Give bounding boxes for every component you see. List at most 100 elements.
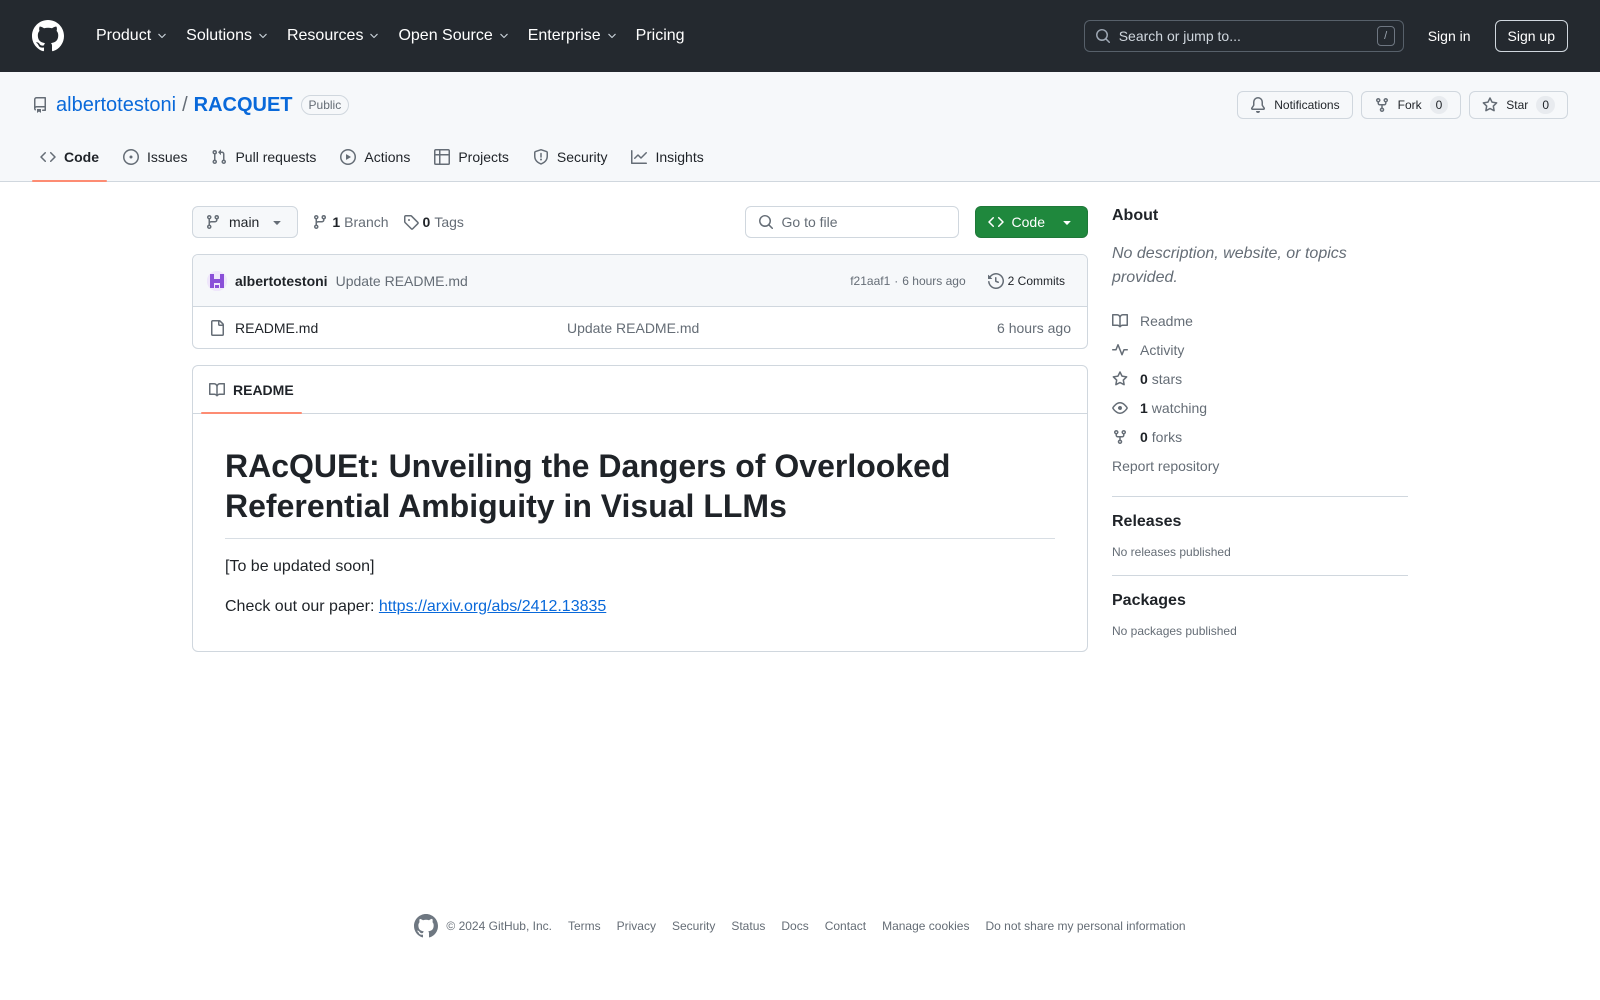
- star-icon: [1112, 370, 1128, 385]
- tab-actions[interactable]: Actions: [332, 133, 418, 181]
- file-name-link[interactable]: README.md: [235, 320, 567, 336]
- commit-hash-link[interactable]: f21aaf1: [850, 274, 890, 288]
- commit-meta-separator: ·: [894, 273, 899, 288]
- tab-readme[interactable]: README: [201, 366, 302, 414]
- sign-up-button[interactable]: Sign up: [1494, 20, 1568, 52]
- code-icon: [987, 216, 1004, 228]
- page-footer: © 2024 GitHub, Inc. Terms Privacy Securi…: [0, 914, 1600, 938]
- footer-link-do-not-share[interactable]: Do not share my personal information: [985, 919, 1185, 933]
- repo-forked-icon: [1375, 98, 1388, 113]
- nav-solutions[interactable]: Solutions: [178, 20, 277, 52]
- bell-icon: [1251, 97, 1266, 113]
- tab-pull-requests[interactable]: Pull requests: [203, 133, 324, 181]
- stars-label: stars: [1151, 370, 1183, 387]
- tag-count: 0: [422, 214, 431, 230]
- footer-link-terms[interactable]: Terms: [568, 919, 601, 933]
- github-logo-icon[interactable]: [32, 20, 64, 52]
- visibility-badge: Public: [300, 95, 350, 115]
- readme-panel: README RAcQUEt: Unveiling the Dangers of…: [192, 365, 1088, 652]
- packages-title[interactable]: Packages: [1112, 592, 1408, 610]
- commits-history-link[interactable]: 2 Commits: [982, 272, 1071, 289]
- footer-link-security[interactable]: Security: [672, 919, 715, 933]
- table-row: README.md Update README.md 6 hours ago: [193, 307, 1087, 348]
- global-search-input[interactable]: Search or jump to... /: [1083, 20, 1404, 52]
- commit-meta: f21aaf1 · 6 hours ago 2 Commits: [850, 272, 1071, 289]
- top-navigation: Product Solutions Resources Open Source …: [88, 20, 695, 52]
- code-dropdown-button[interactable]: Code: [974, 206, 1088, 238]
- history-icon: [987, 272, 1004, 289]
- notifications-label: Notifications: [1274, 98, 1340, 112]
- repo-actions: Notifications Fork 0 Star 0: [1237, 91, 1568, 119]
- tab-pull-requests-label: Pull requests: [235, 149, 317, 165]
- repo-forked-icon: [1114, 429, 1126, 444]
- sign-in-link[interactable]: Sign in: [1420, 28, 1479, 44]
- graph-icon: [631, 150, 648, 164]
- file-tree-box: albertotestoni Update README.md f21aaf1 …: [192, 254, 1088, 349]
- commit-author-link[interactable]: albertotestoni: [235, 273, 328, 289]
- footer-link-contact[interactable]: Contact: [825, 919, 866, 933]
- footer-link-manage-cookies[interactable]: Manage cookies: [882, 919, 969, 933]
- fork-count: 0: [1429, 96, 1449, 114]
- nav-product[interactable]: Product: [88, 20, 176, 52]
- star-button[interactable]: Star 0: [1469, 91, 1568, 119]
- readme-paper-prefix: Check out our paper:: [225, 598, 375, 615]
- tab-insights[interactable]: Insights: [623, 133, 711, 181]
- stars-link[interactable]: 0 stars: [1112, 364, 1408, 393]
- chevron-down-icon: [158, 33, 166, 39]
- readme-heading: RAcQUEt: Unveiling the Dangers of Overlo…: [225, 446, 1055, 539]
- commits-label: 2 Commits: [1007, 273, 1065, 288]
- readme-tab-label: README: [233, 381, 294, 398]
- go-to-file-input[interactable]: Go to file: [744, 206, 959, 238]
- footer-link-docs[interactable]: Docs: [781, 919, 808, 933]
- paper-link[interactable]: https://arxiv.org/abs/2412.13835: [379, 598, 606, 615]
- tags-link[interactable]: 0 Tags: [403, 214, 464, 230]
- repo-name-link[interactable]: RACQUET: [194, 94, 293, 117]
- readme-link[interactable]: Readme: [1112, 306, 1408, 335]
- notifications-button[interactable]: Notifications: [1237, 91, 1353, 119]
- footer-link-status[interactable]: Status: [731, 919, 765, 933]
- about-title: About: [1112, 207, 1159, 224]
- nav-resources[interactable]: Resources: [279, 20, 388, 52]
- file-navigation: main 1 Branch 0 Tags Go to file Code: [192, 206, 1088, 238]
- tab-code[interactable]: Code: [32, 133, 107, 182]
- file-icon: [211, 319, 224, 336]
- star-icon: [1482, 97, 1498, 112]
- tab-security[interactable]: Security: [525, 133, 616, 181]
- tab-projects[interactable]: Projects: [426, 133, 517, 181]
- watching-link[interactable]: 1 watching: [1112, 393, 1408, 422]
- repo-tabs: Code Issues Pull requests Actions Projec…: [32, 133, 720, 182]
- git-branch-icon: [206, 215, 219, 230]
- pulse-icon: [1112, 343, 1128, 355]
- tab-issues[interactable]: Issues: [115, 133, 195, 181]
- commit-age: 6 hours ago: [902, 273, 966, 288]
- tag-icon: [403, 215, 419, 230]
- forks-link[interactable]: 0 forks: [1112, 422, 1408, 451]
- branch-selector[interactable]: main: [192, 206, 299, 238]
- branches-link[interactable]: 1 Branch: [312, 214, 389, 230]
- git-branch-icon: [314, 215, 327, 230]
- latest-commit-row: albertotestoni Update README.md f21aaf1 …: [193, 255, 1087, 307]
- packages-note: No packages published: [1112, 624, 1237, 638]
- releases-title[interactable]: Releases: [1112, 513, 1408, 531]
- activity-link[interactable]: Activity: [1112, 335, 1408, 364]
- footer-link-privacy[interactable]: Privacy: [617, 919, 656, 933]
- repo-path-separator: /: [182, 93, 188, 116]
- repo-owner-link[interactable]: albertotestoni: [56, 94, 176, 117]
- fork-button[interactable]: Fork 0: [1360, 91, 1462, 119]
- nav-pricing[interactable]: Pricing: [628, 20, 693, 52]
- report-repository-link[interactable]: Report repository: [1112, 451, 1408, 480]
- code-column: main 1 Branch 0 Tags Go to file Code alb…: [192, 206, 1088, 652]
- github-logo-icon[interactable]: [414, 914, 439, 938]
- avatar[interactable]: [207, 270, 227, 291]
- book-icon: [1112, 313, 1128, 327]
- nav-enterprise[interactable]: Enterprise: [520, 20, 626, 52]
- star-label: Star: [1506, 98, 1529, 112]
- repo-icon: [34, 97, 46, 113]
- file-commit-message-link[interactable]: Update README.md: [567, 320, 699, 336]
- tab-insights-label: Insights: [655, 149, 704, 165]
- commit-message-link[interactable]: Update README.md: [336, 273, 468, 289]
- triangle-down-icon: [1063, 221, 1071, 225]
- sidebar-divider: [1112, 575, 1408, 576]
- repo-header: albertotestoni / RACQUET Public Notifica…: [0, 72, 1600, 182]
- nav-open-source[interactable]: Open Source: [390, 20, 517, 52]
